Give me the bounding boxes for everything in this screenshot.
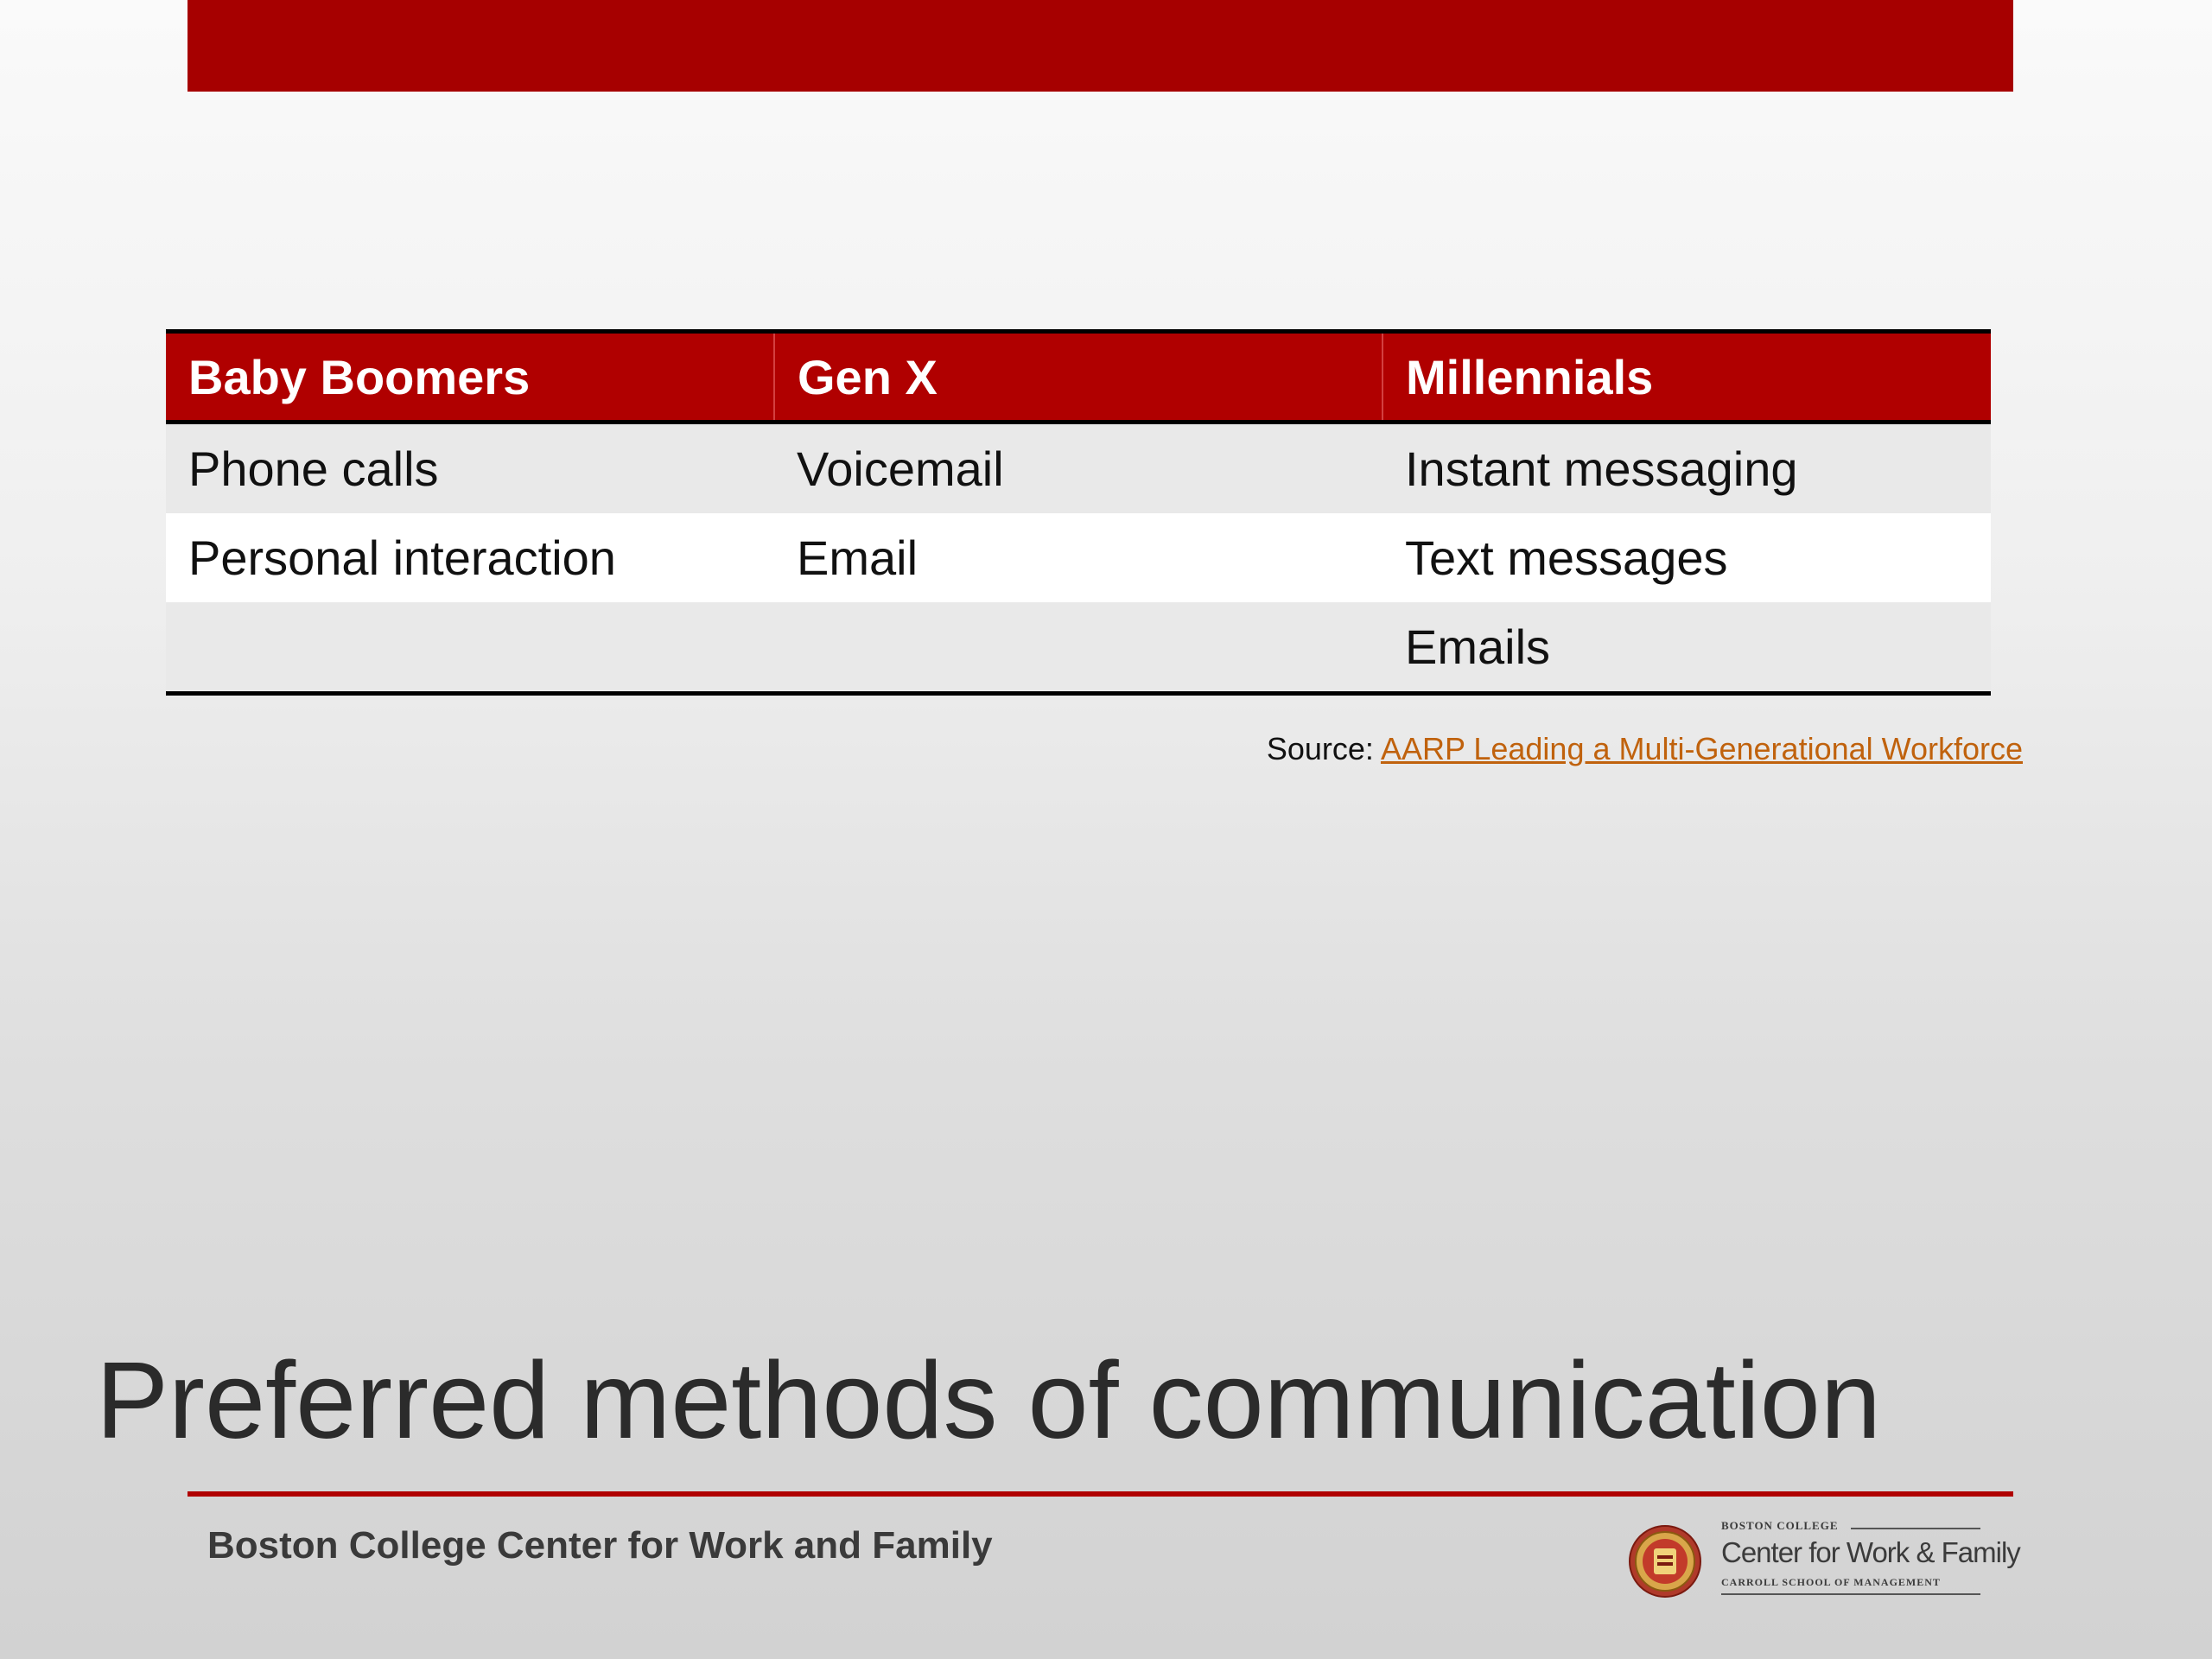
table-cell: Text messages [1382, 513, 1991, 602]
table-row: Emails [166, 602, 1991, 694]
org-logo: Boston College Center for Work & Family … [1628, 1517, 2021, 1604]
table-cell: Personal interaction [166, 513, 774, 602]
column-header-baby-boomers: Baby Boomers [166, 331, 774, 424]
communication-methods-table: Baby Boomers Gen X Millennials Phone cal… [166, 329, 1991, 696]
column-header-gen-x: Gen X [773, 331, 1382, 424]
table-cell: Voicemail [774, 422, 1382, 513]
table-cell: Emails [1382, 602, 1991, 694]
table-row: Personal interaction Email Text messages [166, 513, 1991, 602]
table-cell: Instant messaging [1382, 422, 1991, 513]
footer-divider [188, 1491, 2013, 1497]
column-header-millennials: Millennials [1382, 331, 1991, 424]
source-link[interactable]: AARP Leading a Multi-Generational Workfo… [1381, 731, 2023, 766]
seal-icon [1629, 1525, 1701, 1598]
logo-sub-text: CARROLL SCHOOL OF MANAGEMENT [1721, 1576, 1941, 1588]
table-cell: Phone calls [166, 422, 774, 513]
top-accent-bar [188, 0, 2013, 92]
footer-org-name: Boston College Center for Work and Famil… [207, 1524, 993, 1567]
table-cell [774, 602, 1382, 694]
logo-wordmark: Boston College Center for Work & Family … [1721, 1517, 2021, 1604]
table-header-row: Baby Boomers Gen X Millennials [166, 331, 1991, 424]
table-cell: Email [774, 513, 1382, 602]
source-citation: Source: AARP Leading a Multi-Generationa… [1267, 731, 2023, 767]
logo-divider [1721, 1593, 1980, 1595]
table-row: Phone calls Voicemail Instant messaging [166, 422, 1991, 513]
table-cell [166, 602, 774, 694]
slide-title: Preferred methods of communication [96, 1339, 1881, 1461]
logo-divider [1851, 1528, 1980, 1529]
logo-main-text: Center for Work & Family [1721, 1536, 2021, 1568]
source-label: Source: [1266, 731, 1381, 766]
logo-top-text: Boston College [1721, 1519, 1839, 1532]
